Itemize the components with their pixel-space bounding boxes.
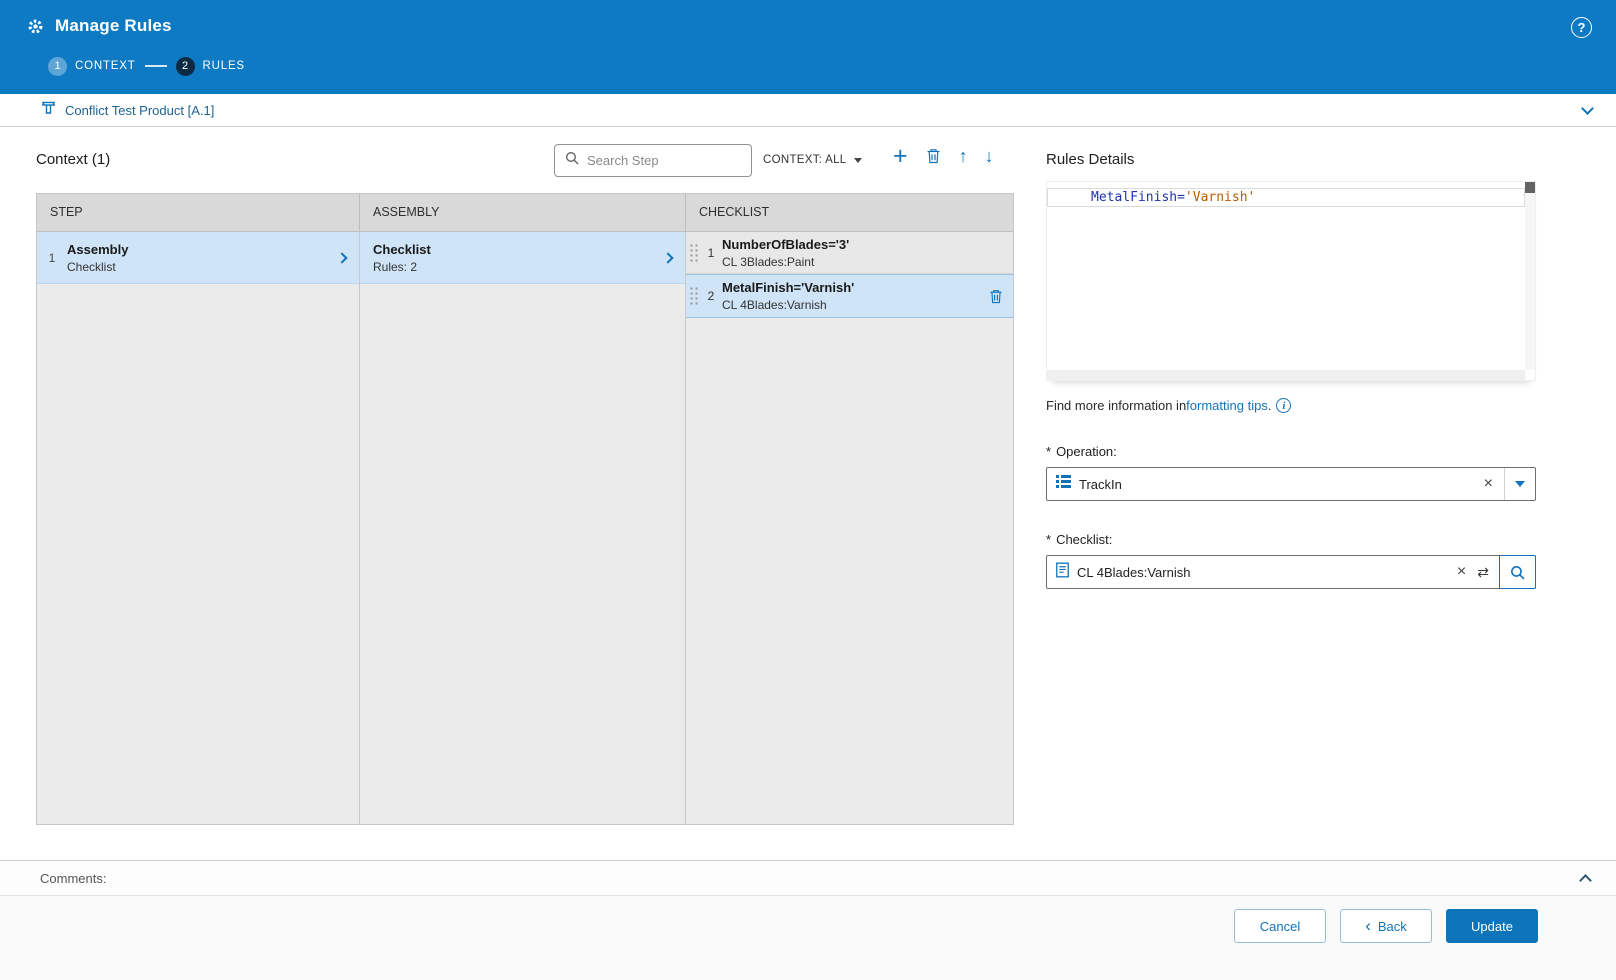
checklist-rule-row-selected[interactable]: 2 MetalFinish='Varnish' CL 4Blades:Varni… [686, 274, 1013, 318]
move-up-icon[interactable]: ↑ [959, 146, 968, 166]
operation-icon [1056, 475, 1071, 493]
help-icon[interactable]: ? [1571, 17, 1592, 38]
search-icon [565, 151, 579, 170]
column-header-step: STEP [37, 194, 360, 231]
rule-expression: MetalFinish='Varnish' [722, 280, 988, 295]
rule-expression-editor[interactable]: MetalFinish='Varnish' [1046, 181, 1536, 381]
operation-dropdown-toggle[interactable] [1505, 481, 1535, 487]
move-down-icon[interactable]: ↓ [985, 146, 994, 166]
step-row-title: Assembly [67, 242, 338, 257]
chevron-left-icon: ‹ [1365, 919, 1371, 933]
step-connector-line [145, 65, 167, 67]
checklist-doc-icon [1056, 562, 1069, 583]
product-name[interactable]: Conflict Test Product [A.1] [65, 103, 214, 118]
formatting-tips-link[interactable]: formatting tips [1186, 398, 1268, 413]
back-button-label: Back [1378, 919, 1407, 934]
editor-horizontal-scrollbar[interactable] [1047, 370, 1525, 380]
chevron-down-icon[interactable] [1581, 102, 1594, 115]
rule-checklist-name: CL 4Blades:Varnish [722, 298, 988, 312]
rules-details-title: Rules Details [1046, 151, 1536, 168]
comments-label: Comments: [40, 871, 106, 886]
assembly-row[interactable]: Checklist Rules: 2 [360, 232, 685, 284]
main-content: Context (1) CONTEXT: ALL + ↑ ↓ [0, 127, 1616, 860]
table-header-row: STEP ASSEMBLY CHECKLIST [37, 194, 1013, 232]
checklist-column: 1 NumberOfBlades='3' CL 3Blades:Paint 2 … [686, 232, 1013, 824]
rule-expression: NumberOfBlades='3' [722, 237, 1013, 252]
add-icon[interactable]: + [893, 145, 908, 167]
rule-checklist-name: CL 3Blades:Paint [722, 255, 1013, 269]
context-filter-dropdown[interactable]: CONTEXT: ALL [763, 154, 862, 166]
info-text-suffix: . [1268, 398, 1272, 413]
drag-handle-icon[interactable] [688, 285, 700, 307]
drag-handle-icon[interactable] [688, 242, 700, 264]
assembly-column: Checklist Rules: 2 [360, 232, 686, 824]
browse-checklist-button[interactable] [1499, 555, 1536, 589]
operation-value: TrackIn [1079, 477, 1122, 492]
step-column: 1 Assembly Checklist [37, 232, 360, 824]
step-row-subtitle: Checklist [67, 260, 338, 274]
formatting-info-line: Find more information in formatting tips… [1046, 398, 1536, 413]
footer-actions: Cancel ‹ Back Update [0, 896, 1616, 980]
context-filter-label: CONTEXT: ALL [763, 154, 847, 166]
delete-rule-icon[interactable] [988, 288, 1004, 305]
step-1-indicator[interactable]: 1 [48, 57, 67, 76]
operation-label: * Operation: [1046, 444, 1536, 459]
checklist-value: CL 4Blades:Varnish [1077, 565, 1190, 580]
code-current-line: MetalFinish='Varnish' [1047, 188, 1525, 207]
wizard-stepper: 1 CONTEXT 2 RULES [0, 52, 1616, 80]
row-number: 1 [700, 246, 722, 260]
operation-label-text: Operation: [1056, 444, 1117, 459]
checklist-picker[interactable]: CL 4Blades:Varnish × ⇄ [1046, 555, 1536, 589]
required-marker: * [1046, 532, 1051, 547]
assembly-row-title: Checklist [373, 242, 664, 257]
column-header-assembly: ASSEMBLY [360, 194, 686, 231]
update-button[interactable]: Update [1446, 909, 1538, 943]
context-table: STEP ASSEMBLY CHECKLIST 1 Assembly Check… [36, 193, 1014, 825]
context-count-title: Context (1) [36, 151, 110, 168]
product-icon [40, 100, 57, 120]
clear-operation-icon[interactable]: × [1473, 476, 1504, 492]
clear-checklist-icon[interactable]: × [1446, 564, 1477, 580]
column-header-checklist: CHECKLIST [686, 194, 1013, 231]
manage-rules-gear-icon [26, 17, 45, 36]
search-step-input[interactable] [587, 153, 741, 168]
row-number: 1 [37, 251, 67, 265]
value-switch-icon[interactable]: ⇄ [1477, 564, 1499, 581]
info-text-prefix: Find more information in [1046, 398, 1186, 413]
editor-vertical-scrollbar[interactable] [1525, 182, 1535, 370]
cancel-button[interactable]: Cancel [1234, 909, 1326, 943]
step-search [554, 144, 752, 177]
assembly-row-subtitle: Rules: 2 [373, 260, 664, 274]
checklist-label: * Checklist: [1046, 532, 1536, 547]
step-1-label[interactable]: CONTEXT [75, 60, 136, 72]
caret-down-icon [1515, 481, 1525, 487]
context-toolbar: + ↑ ↓ [893, 145, 994, 167]
back-button[interactable]: ‹ Back [1340, 909, 1432, 943]
step-2-label[interactable]: RULES [203, 60, 245, 72]
scrollbar-thumb[interactable] [1525, 182, 1535, 193]
delete-icon[interactable] [925, 147, 942, 165]
caret-down-icon [854, 158, 862, 163]
rules-details-panel: Rules Details MetalFinish='Varnish' Find… [1046, 151, 1536, 589]
product-context-bar: Conflict Test Product [A.1] [0, 94, 1616, 127]
dialog-header: Manage Rules ? 1 CONTEXT 2 RULES [0, 0, 1616, 94]
step-2-indicator[interactable]: 2 [176, 57, 195, 76]
comments-section: Comments: [0, 860, 1616, 896]
code-string: 'Varnish' [1185, 190, 1255, 205]
chevron-right-icon[interactable] [336, 252, 347, 263]
chevron-right-icon[interactable] [662, 252, 673, 263]
required-marker: * [1046, 444, 1051, 459]
step-row[interactable]: 1 Assembly Checklist [37, 232, 359, 284]
dialog-title: Manage Rules [55, 16, 172, 36]
checklist-label-text: Checklist: [1056, 532, 1112, 547]
row-number: 2 [700, 289, 722, 303]
operation-select[interactable]: TrackIn × [1046, 467, 1536, 501]
info-icon[interactable]: i [1276, 398, 1291, 413]
code-identifier: MetalFinish= [1091, 190, 1185, 205]
chevron-up-icon[interactable] [1579, 874, 1592, 887]
checklist-rule-row[interactable]: 1 NumberOfBlades='3' CL 3Blades:Paint [686, 232, 1013, 274]
